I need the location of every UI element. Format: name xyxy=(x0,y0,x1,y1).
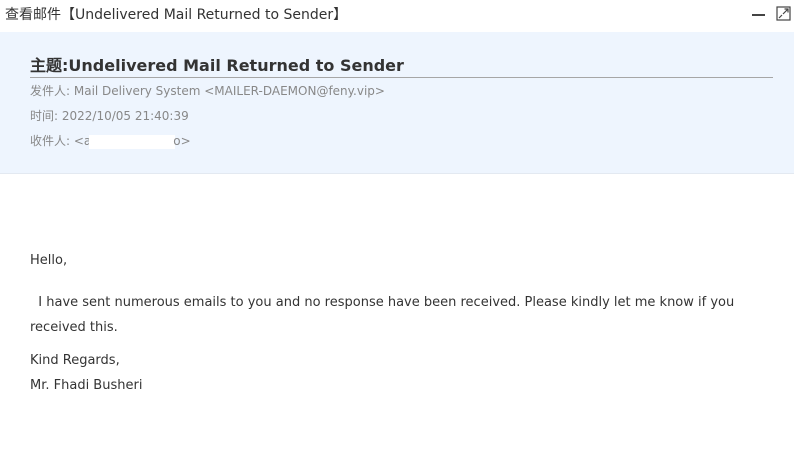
time-value: 2022/10/05 21:40:39 xyxy=(61,109,189,123)
minimize-icon xyxy=(752,14,765,16)
recipient-suffix[interactable]: o> xyxy=(173,134,190,148)
recipient-label: 收件人: xyxy=(30,134,74,148)
mail-signer: Mr. Fhadi Busheri xyxy=(30,378,143,393)
mail-subject: 主题:Undelivered Mail Returned to Sender xyxy=(30,52,773,78)
time-row: 时间: 2022/10/05 21:40:39 xyxy=(30,107,189,124)
subject-label: 主题: xyxy=(30,56,69,75)
subject-text: Undelivered Mail Returned to Sender xyxy=(68,56,404,75)
sender-label: 发件人: xyxy=(30,84,74,98)
redaction-block xyxy=(89,134,176,149)
sender-value[interactable]: Mail Delivery System <MAILER-DAEMON@feny… xyxy=(74,84,385,98)
time-label: 时间: xyxy=(30,109,62,123)
minimize-button[interactable] xyxy=(748,4,768,24)
window-title: 查看邮件【Undelivered Mail Returned to Sender… xyxy=(5,7,348,23)
maximize-icon xyxy=(776,6,791,21)
mail-closing: Kind Regards, xyxy=(30,353,120,368)
recipient-row: 收件人: <a o> xyxy=(30,132,191,149)
sender-row: 发件人: Mail Delivery System <MAILER-DAEMON… xyxy=(30,82,385,99)
mail-header: 主题:Undelivered Mail Returned to Sender 发… xyxy=(0,32,794,174)
mail-paragraph: I have sent numerous emails to you and n… xyxy=(30,295,739,335)
mail-greeting: Hello, xyxy=(30,253,68,268)
maximize-button[interactable] xyxy=(774,4,794,24)
window-titlebar: 查看邮件【Undelivered Mail Returned to Sender… xyxy=(0,0,794,32)
